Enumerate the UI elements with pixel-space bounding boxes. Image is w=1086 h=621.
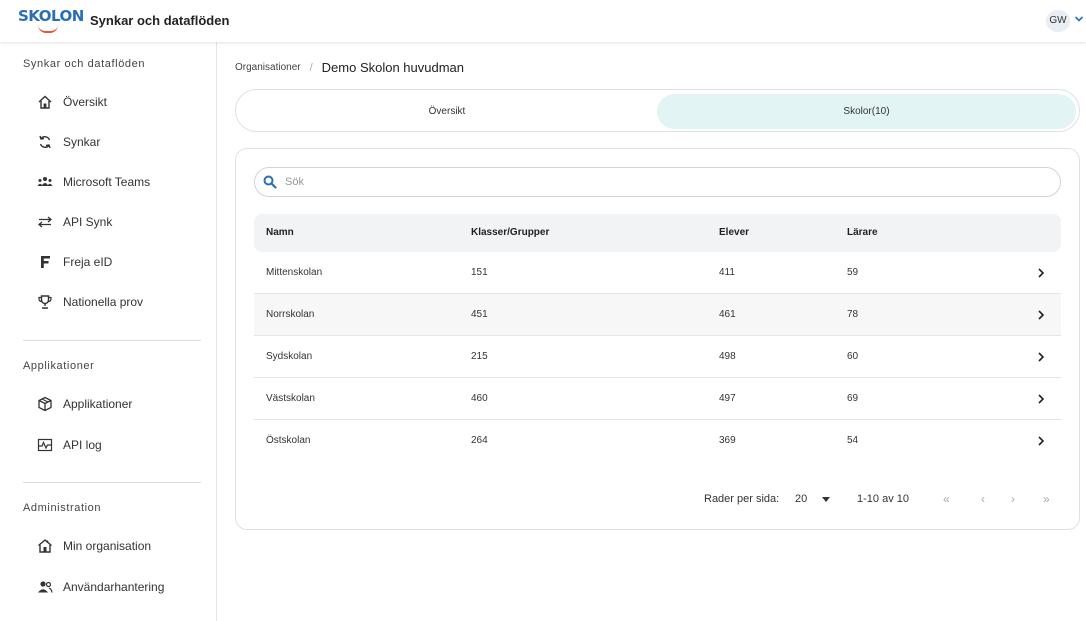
- pagination: Rader per sida: 20 1-10 av 10 « ‹ › »: [236, 491, 1081, 509]
- chevron-right-icon[interactable]: [1036, 434, 1046, 448]
- table-row[interactable]: Mittenskolan 151 411 59: [254, 252, 1061, 294]
- chevron-right-icon[interactable]: [1036, 350, 1046, 364]
- cell-larare: 60: [847, 351, 859, 362]
- tab-bar: Översikt Skolor(10): [235, 89, 1080, 132]
- cube-icon: [37, 396, 53, 412]
- sidebar-item-label: API log: [63, 438, 102, 452]
- schools-table: Namn Klasser/Grupper Elever Lärare Mitte…: [254, 214, 1061, 462]
- sidebar-item-label: Freja eID: [63, 255, 113, 269]
- sidebar-item-label: API Synk: [63, 215, 113, 229]
- school-building-icon: [37, 538, 53, 554]
- logo-text: SKOLON: [18, 7, 84, 25]
- sidebar-item-api-synk[interactable]: API Synk: [37, 210, 112, 234]
- cell-elever: 497: [719, 393, 736, 404]
- breadcrumb-separator: /: [309, 61, 313, 74]
- sidebar-item-label: Synkar: [63, 135, 101, 149]
- sidebar-item-label: Nationella prov: [63, 295, 144, 309]
- home-icon: [37, 94, 53, 110]
- top-bar: SKOLON Synkar och dataflöden GW: [0, 0, 1086, 42]
- page-title: Demo Skolon huvudman: [321, 60, 465, 75]
- first-page-button[interactable]: «: [943, 492, 950, 506]
- sidebar-item-applikationer[interactable]: Applikationer: [37, 392, 132, 416]
- freja-f-icon: [37, 254, 53, 270]
- app-title: Synkar och dataflöden: [90, 13, 230, 28]
- cell-elever: 411: [719, 267, 735, 278]
- sidebar-item-api-log[interactable]: API log: [37, 433, 102, 457]
- table-header: Namn Klasser/Grupper Elever Lärare: [254, 214, 1061, 252]
- cell-namn: Norrskolan: [266, 309, 315, 320]
- cell-namn: Östskolan: [266, 435, 311, 446]
- prev-page-button[interactable]: ‹: [981, 492, 985, 506]
- sync-icon: [37, 134, 53, 150]
- sidebar-item-label: Applikationer: [63, 397, 133, 411]
- pulse-chart-icon: [37, 437, 53, 453]
- cell-namn: Sydskolan: [266, 351, 313, 362]
- cell-namn: Mittenskolan: [266, 267, 323, 278]
- sidebar-item-label: Min organisation: [63, 539, 152, 553]
- schools-card: Namn Klasser/Grupper Elever Lärare Mitte…: [235, 148, 1080, 530]
- trophy-icon: [37, 294, 53, 310]
- table-row[interactable]: Västskolan 460 497 69: [254, 378, 1061, 420]
- sidebar-divider: [23, 340, 201, 341]
- cell-larare: 59: [847, 267, 859, 278]
- table-row[interactable]: Sydskolan 215 498 60: [254, 336, 1061, 378]
- cell-klasser: 215: [471, 351, 488, 362]
- table-row[interactable]: Östskolan 264 369 54: [254, 420, 1061, 462]
- cell-elever: 369: [719, 435, 736, 446]
- logo-smile-icon: [38, 25, 58, 33]
- cell-klasser: 460: [471, 393, 488, 404]
- users-icon: [37, 579, 53, 595]
- sidebar-item-label: Användarhantering: [63, 580, 165, 594]
- breadcrumb: Organisationer / Demo Skolon huvudman: [235, 60, 464, 75]
- cell-larare: 54: [847, 435, 859, 446]
- rows-per-page-label: Rader per sida:: [704, 493, 780, 505]
- chevron-right-icon[interactable]: [1036, 392, 1046, 406]
- section-title-applikationer: Applikationer: [23, 360, 95, 372]
- cell-klasser: 264: [471, 435, 488, 446]
- sidebar-item-anvandarhantering[interactable]: Användarhantering: [37, 575, 164, 599]
- table-row[interactable]: Norrskolan 451 461 78: [254, 294, 1061, 336]
- cell-namn: Västskolan: [266, 393, 315, 404]
- sidebar-item-synkar[interactable]: Synkar: [37, 130, 100, 154]
- sidebar-item-label: Microsoft Teams: [63, 175, 151, 189]
- cell-larare: 69: [847, 393, 859, 404]
- section-title-synkar: Synkar och dataflöden: [23, 58, 146, 70]
- cell-klasser: 451: [471, 309, 488, 320]
- page-range: 1-10 av 10: [857, 493, 909, 505]
- chevron-right-icon[interactable]: [1036, 308, 1046, 322]
- column-header-klasser[interactable]: Klasser/Grupper: [471, 227, 549, 238]
- sidebar-item-microsoft-teams[interactable]: Microsoft Teams: [37, 170, 150, 194]
- column-header-elever[interactable]: Elever: [719, 227, 749, 238]
- user-avatar[interactable]: GW: [1046, 10, 1070, 32]
- next-page-button[interactable]: ›: [1011, 492, 1015, 506]
- column-header-larare[interactable]: Lärare: [847, 227, 878, 238]
- chevron-down-icon[interactable]: [1074, 12, 1084, 26]
- column-header-namn[interactable]: Namn: [266, 227, 294, 238]
- search-box[interactable]: [254, 167, 1061, 197]
- skolon-logo[interactable]: SKOLON: [18, 7, 84, 35]
- sidebar-item-min-organisation[interactable]: Min organisation: [37, 534, 151, 558]
- sidebar-item-label: Översikt: [63, 95, 108, 109]
- search-input[interactable]: [285, 176, 1045, 188]
- search-icon: [263, 175, 277, 189]
- sidebar-item-oversikt[interactable]: Översikt: [37, 90, 107, 114]
- cell-elever: 498: [719, 351, 736, 362]
- tab-oversikt[interactable]: Översikt: [240, 94, 654, 129]
- chevron-right-icon[interactable]: [1036, 266, 1046, 280]
- swap-arrows-icon: [37, 214, 53, 230]
- breadcrumb-organisationer-link[interactable]: Organisationer: [235, 62, 301, 73]
- teams-icon: [37, 174, 53, 190]
- sidebar-item-freja-eid[interactable]: Freja eID: [37, 250, 112, 274]
- cell-klasser: 151: [471, 267, 488, 278]
- sidebar-item-nationella-prov[interactable]: Nationella prov: [37, 290, 143, 314]
- sidebar: Synkar och dataflöden Översikt Synkar Mi…: [7, 42, 217, 621]
- caret-down-icon[interactable]: [822, 497, 830, 502]
- tab-skolor[interactable]: Skolor(10): [657, 94, 1076, 129]
- cell-elever: 461: [719, 309, 736, 320]
- cell-larare: 78: [847, 309, 859, 320]
- rows-per-page-select[interactable]: 20: [795, 493, 807, 505]
- last-page-button[interactable]: »: [1043, 492, 1050, 506]
- section-title-administration: Administration: [23, 502, 102, 514]
- sidebar-divider: [23, 482, 201, 483]
